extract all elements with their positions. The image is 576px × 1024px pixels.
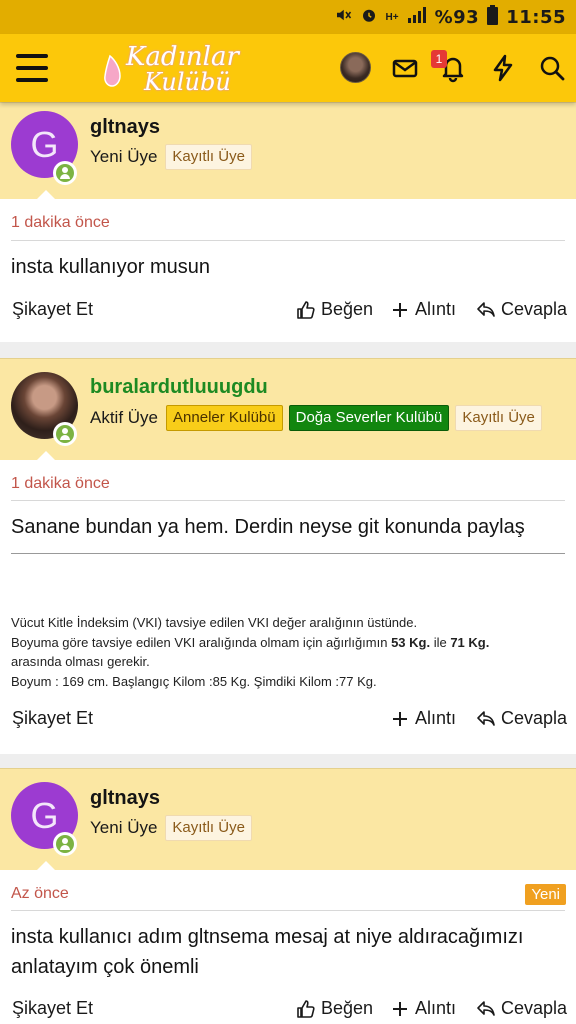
report-button[interactable]: Şikayet Et (12, 998, 93, 1019)
post-actions: Şikayet Et Beğen Alıntı Cevapla (0, 998, 576, 1024)
plus-icon (393, 302, 407, 317)
online-status-icon (53, 422, 77, 446)
search-icon[interactable] (536, 52, 568, 84)
site-logo[interactable]: Kadınlar Kulübü (100, 40, 240, 98)
like-button[interactable]: Beğen (296, 299, 373, 320)
user-role: Aktif Üye (90, 408, 159, 427)
header-notch (36, 190, 56, 200)
quote-button[interactable]: Alıntı (390, 708, 456, 729)
signature-line: Boyuma göre tavsiye edilen VKI aralığınd… (11, 634, 490, 650)
badge-kayitli-uye: Kayıtlı Üye (455, 405, 542, 431)
quote-button[interactable]: Alıntı (390, 299, 456, 320)
signature-divider (11, 553, 565, 554)
reply-label: Cevapla (501, 998, 568, 1018)
like-label: Beğen (321, 998, 374, 1018)
online-status-icon (53, 161, 77, 185)
quote-label: Alıntı (415, 299, 457, 319)
divider (11, 240, 565, 241)
header-notch (36, 861, 56, 871)
post: buralardutluuugdu Aktif Üye Anneler Kulü… (0, 358, 576, 754)
post-time[interactable]: Az önce (11, 885, 69, 903)
new-badge: Yeni (525, 884, 566, 905)
post-header: G gltnays Yeni Üye Kayıtlı Üye (0, 102, 576, 200)
like-label: Beğen (321, 299, 374, 319)
quote-label: Alıntı (415, 708, 457, 728)
report-button[interactable]: Şikayet Et (12, 299, 93, 320)
mute-icon (334, 6, 352, 29)
reply-icon (477, 301, 495, 317)
shoe-logo-icon (104, 54, 121, 87)
post-actions: Şikayet Et Beğen Alıntı Cevapla (0, 299, 576, 325)
header-notch (36, 451, 56, 461)
thumbs-up-icon (297, 300, 315, 319)
battery-percent: %93 (434, 6, 480, 28)
post: G gltnays Yeni Üye Kayıtlı Üye 1 dakika … (0, 102, 576, 342)
menu-icon[interactable] (16, 54, 48, 82)
username[interactable]: gltnays (90, 787, 160, 810)
status-icons: H+ %93 11:55 (334, 4, 566, 30)
notification-badge: 1 (431, 50, 447, 68)
badge-doga-severler-kulubu: Doğa Severler Kulübü (288, 405, 450, 431)
post-body: insta kullanıyor musun (11, 256, 210, 278)
reply-icon (477, 710, 495, 726)
reply-icon (477, 1000, 495, 1016)
plus-icon (393, 711, 407, 726)
badge-kayitli-uye: Kayıtlı Üye (165, 144, 252, 170)
quote-label: Alıntı (415, 998, 457, 1018)
post-time[interactable]: 1 dakika önce (11, 214, 110, 232)
post-actions: Şikayet Et Alıntı Cevapla (0, 708, 576, 734)
data-icon: H+ (385, 11, 399, 23)
logo-text-line2: Kulübü (144, 68, 231, 96)
reply-label: Cevapla (501, 299, 568, 319)
reply-button[interactable]: Cevapla (476, 708, 567, 729)
reply-button[interactable]: Cevapla (476, 998, 567, 1019)
app-bar: Kadınlar Kulübü 1 (0, 34, 576, 102)
profile-avatar[interactable] (340, 52, 371, 83)
mail-icon[interactable] (389, 52, 421, 84)
user-role: Yeni Üye (90, 818, 158, 837)
post-body: insta kullanıcı adım gltnsema mesaj at n… (11, 926, 524, 978)
signal-icon (407, 6, 427, 29)
report-button[interactable]: Şikayet Et (12, 708, 93, 729)
lightning-icon[interactable] (487, 52, 519, 84)
like-button[interactable]: Beğen (296, 998, 373, 1019)
post: G gltnays Yeni Üye Kayıtlı Üye Az önce Y… (0, 768, 576, 1024)
username[interactable]: gltnays (90, 116, 160, 139)
divider (11, 500, 565, 501)
status-bar: H+ %93 11:55 (0, 0, 576, 34)
user-meta: Yeni Üye Kayıtlı Üye (90, 815, 252, 841)
battery-icon (487, 4, 499, 30)
post-header: buralardutluuugdu Aktif Üye Anneler Kulü… (0, 358, 576, 461)
signature-line: arasında olması gerekir. (11, 654, 150, 669)
divider (11, 910, 565, 911)
post-time[interactable]: 1 dakika önce (11, 475, 110, 493)
plus-icon (393, 1001, 407, 1016)
clock: 11:55 (506, 6, 566, 28)
signature-line: Vücut Kitle İndeksim (VKI) tavsiye edile… (11, 615, 418, 630)
signature-line: Boyum : 169 cm. Başlangıç Kilom :85 Kg. … (11, 673, 377, 689)
reply-label: Cevapla (501, 708, 568, 728)
badge-anneler-kulubu: Anneler Kulübü (166, 405, 283, 431)
user-signature: Vücut Kitle İndeksim (VKI) tavsiye edile… (11, 613, 566, 691)
user-role: Yeni Üye (90, 147, 158, 166)
username[interactable]: buralardutluuugdu (90, 376, 268, 399)
badge-kayitli-uye: Kayıtlı Üye (165, 815, 252, 841)
online-status-icon (53, 832, 77, 856)
post-header: G gltnays Yeni Üye Kayıtlı Üye (0, 768, 576, 871)
user-meta: Yeni Üye Kayıtlı Üye (90, 144, 252, 170)
post-body: Sanane bundan ya hem. Derdin neyse git k… (11, 516, 525, 538)
thumbs-up-icon (297, 999, 315, 1018)
user-meta: Aktif Üye Anneler Kulübü Doğa Severler K… (90, 405, 542, 431)
reply-button[interactable]: Cevapla (476, 299, 567, 320)
alarm-icon (360, 6, 378, 29)
quote-button[interactable]: Alıntı (390, 998, 456, 1019)
